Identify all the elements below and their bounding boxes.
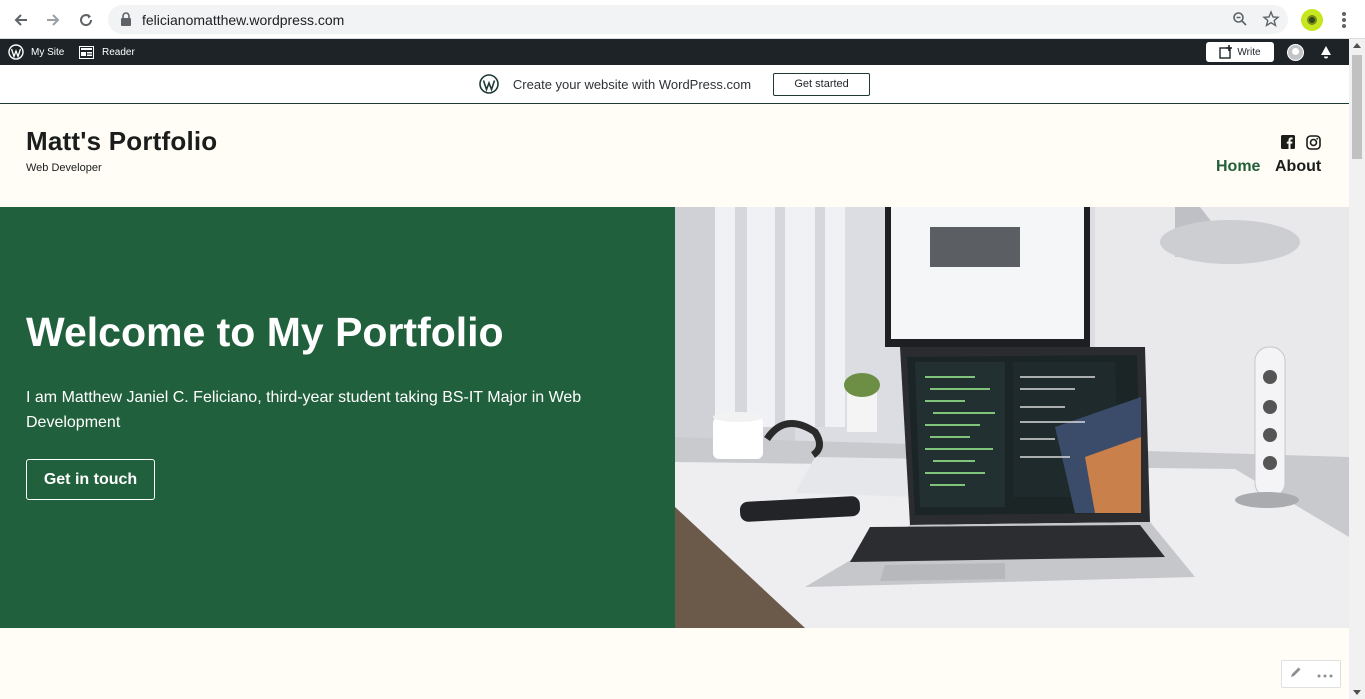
social-links — [1281, 135, 1321, 155]
reader-label: Reader — [102, 46, 135, 58]
wordpress-icon — [8, 44, 24, 60]
url-text[interactable]: felicianomatthew.wordpress.com — [142, 12, 344, 28]
nav-about[interactable]: About — [1275, 158, 1321, 176]
site-tagline: Web Developer — [26, 162, 102, 174]
hero-image — [675, 207, 1349, 628]
site-page: Matt's Portfolio Web Developer Home Abou… — [0, 104, 1349, 699]
nav-home[interactable]: Home — [1216, 158, 1260, 176]
site-title[interactable]: Matt's Portfolio — [26, 126, 217, 157]
profile-icon[interactable] — [1301, 9, 1323, 31]
scroll-up-icon[interactable] — [1353, 43, 1361, 48]
avatar[interactable] — [1287, 44, 1304, 61]
lock-icon[interactable] — [120, 12, 132, 31]
my-site-label: My Site — [31, 46, 65, 58]
star-icon[interactable] — [1262, 10, 1280, 33]
scroll-down-icon[interactable] — [1353, 690, 1361, 695]
page-scrollbar[interactable] — [1349, 39, 1365, 699]
browser-toolbar: felicianomatthew.wordpress.com — [0, 0, 1365, 39]
my-site-link[interactable]: My Site — [8, 39, 64, 65]
wp-admin-bar: My Site Reader Write — [0, 39, 1349, 65]
wordpress-logo-icon — [479, 74, 499, 94]
get-started-button[interactable]: Get started — [773, 72, 871, 96]
hero-text: I am Matthew Janiel C. Feliciano, third-… — [26, 389, 582, 431]
notifications-icon[interactable] — [1318, 44, 1334, 65]
zoom-icon[interactable] — [1232, 11, 1248, 32]
reader-icon — [79, 45, 94, 59]
hero-section: Welcome to My Portfolio I am Matthew Jan… — [0, 207, 675, 628]
write-button[interactable]: Write — [1206, 42, 1274, 62]
facebook-icon[interactable] — [1281, 135, 1295, 155]
write-label: Write — [1237, 46, 1261, 58]
more-icon[interactable] — [1317, 665, 1333, 683]
write-icon — [1219, 45, 1233, 59]
pencil-icon[interactable] — [1290, 665, 1302, 683]
scroll-thumb[interactable] — [1352, 55, 1362, 159]
address-bar[interactable]: felicianomatthew.wordpress.com — [108, 5, 1288, 34]
hero-title: Welcome to My Portfolio — [26, 309, 504, 355]
edit-toolbar — [1281, 660, 1341, 688]
reader-link[interactable]: Reader — [79, 39, 135, 65]
menu-icon[interactable] — [1337, 10, 1351, 30]
forward-icon[interactable] — [42, 9, 64, 31]
back-icon[interactable] — [10, 9, 32, 31]
banner-text: Create your website with WordPress.com — [512, 76, 752, 92]
get-in-touch-button[interactable]: Get in touch — [26, 459, 155, 500]
instagram-icon[interactable] — [1306, 135, 1321, 155]
signup-banner: Create your website with WordPress.com G… — [0, 65, 1349, 104]
reload-icon[interactable] — [75, 9, 97, 31]
